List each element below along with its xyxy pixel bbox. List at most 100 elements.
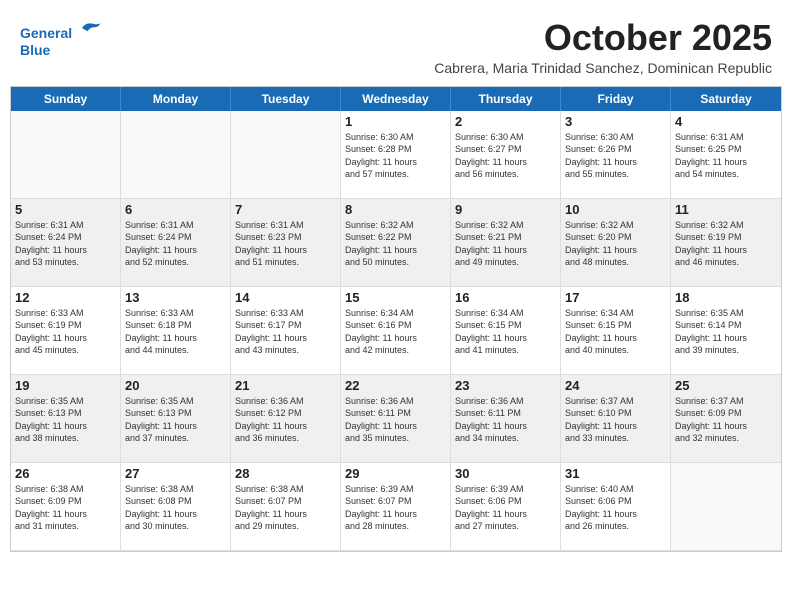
day-number: 10 xyxy=(565,202,666,217)
logo: General Blue xyxy=(20,18,102,59)
day-number: 22 xyxy=(345,378,446,393)
day-cell-12: 12Sunrise: 6:33 AM Sunset: 6:19 PM Dayli… xyxy=(11,287,121,375)
day-cell-4: 4 Sunrise: 6:31 AM Sunset: 6:25 PM Daylig… xyxy=(671,111,781,199)
day-number: 20 xyxy=(125,378,226,393)
day-info: Sunrise: 6:30 AM Sunset: 6:27 PM Dayligh… xyxy=(455,131,556,181)
header-day-saturday: Saturday xyxy=(671,87,781,111)
day-info: Sunrise: 6:34 AM Sunset: 6:15 PM Dayligh… xyxy=(455,307,556,357)
empty-cell xyxy=(11,111,121,199)
day-number: 19 xyxy=(15,378,116,393)
day-info: Sunrise: 6:33 AM Sunset: 6:18 PM Dayligh… xyxy=(125,307,226,357)
day-number: 29 xyxy=(345,466,446,481)
day-cell-28: 28 Sunrise: 6:38 AM Sunset: 6:07 PM Dayli… xyxy=(231,463,341,551)
day-number: 15 xyxy=(345,290,446,305)
day-cell-8: 8 Sunrise: 6:32 AM Sunset: 6:22 PM Daylig… xyxy=(341,199,451,287)
day-cell-17: 17 Sunrise: 6:34 AM Sunset: 6:15 PM Dayli… xyxy=(561,287,671,375)
location-title: Cabrera, Maria Trinidad Sanchez, Dominic… xyxy=(434,60,772,76)
day-info: Sunrise: 6:37 AM Sunset: 6:10 PM Dayligh… xyxy=(565,395,666,445)
day-cell-26: 26Sunrise: 6:38 AM Sunset: 6:09 PM Dayli… xyxy=(11,463,121,551)
logo-line1: General xyxy=(20,25,72,41)
day-info: Sunrise: 6:31 AM Sunset: 6:25 PM Dayligh… xyxy=(675,131,777,181)
header-day-tuesday: Tuesday xyxy=(231,87,341,111)
day-cell-23: 23Sunrise: 6:36 AM Sunset: 6:11 PM Dayli… xyxy=(451,375,561,463)
header: General Blue October 2025 Cabrera, Maria… xyxy=(10,10,782,80)
day-info: Sunrise: 6:30 AM Sunset: 6:28 PM Dayligh… xyxy=(345,131,446,181)
day-info: Sunrise: 6:37 AM Sunset: 6:09 PM Dayligh… xyxy=(675,395,777,445)
day-cell-14: 14Sunrise: 6:33 AM Sunset: 6:17 PM Dayli… xyxy=(231,287,341,375)
day-cell-25: 25 Sunrise: 6:37 AM Sunset: 6:09 PM Dayli… xyxy=(671,375,781,463)
day-info: Sunrise: 6:31 AM Sunset: 6:24 PM Dayligh… xyxy=(125,219,226,269)
day-cell-11: 11 Sunrise: 6:32 AM Sunset: 6:19 PM Dayli… xyxy=(671,199,781,287)
day-number: 8 xyxy=(345,202,446,217)
day-number: 11 xyxy=(675,202,777,217)
calendar: SundayMondayTuesdayWednesdayThursdayFrid… xyxy=(10,86,782,552)
day-info: Sunrise: 6:38 AM Sunset: 6:09 PM Dayligh… xyxy=(15,483,116,533)
day-info: Sunrise: 6:39 AM Sunset: 6:06 PM Dayligh… xyxy=(455,483,556,533)
day-cell-24: 24 Sunrise: 6:37 AM Sunset: 6:10 PM Dayli… xyxy=(561,375,671,463)
day-number: 27 xyxy=(125,466,226,481)
header-day-thursday: Thursday xyxy=(451,87,561,111)
header-day-sunday: Sunday xyxy=(11,87,121,111)
empty-cell xyxy=(231,111,341,199)
day-cell-16: 16 Sunrise: 6:34 AM Sunset: 6:15 PM Dayli… xyxy=(451,287,561,375)
calendar-body: 1 Sunrise: 6:30 AM Sunset: 6:28 PM Daylig… xyxy=(11,111,781,551)
logo-bird-icon xyxy=(78,18,102,38)
day-cell-1: 1 Sunrise: 6:30 AM Sunset: 6:28 PM Daylig… xyxy=(341,111,451,199)
empty-cell xyxy=(121,111,231,199)
day-info: Sunrise: 6:35 AM Sunset: 6:13 PM Dayligh… xyxy=(15,395,116,445)
day-info: Sunrise: 6:36 AM Sunset: 6:11 PM Dayligh… xyxy=(345,395,446,445)
empty-cell xyxy=(671,463,781,551)
day-info: Sunrise: 6:32 AM Sunset: 6:19 PM Dayligh… xyxy=(675,219,777,269)
day-cell-13: 13 Sunrise: 6:33 AM Sunset: 6:18 PM Dayli… xyxy=(121,287,231,375)
day-info: Sunrise: 6:31 AM Sunset: 6:23 PM Dayligh… xyxy=(235,219,336,269)
day-number: 18 xyxy=(675,290,777,305)
day-number: 13 xyxy=(125,290,226,305)
day-number: 17 xyxy=(565,290,666,305)
day-number: 3 xyxy=(565,114,666,129)
day-cell-2: 2 Sunrise: 6:30 AM Sunset: 6:27 PM Daylig… xyxy=(451,111,561,199)
calendar-header: SundayMondayTuesdayWednesdayThursdayFrid… xyxy=(11,87,781,111)
day-cell-31: 31 Sunrise: 6:40 AM Sunset: 6:06 PM Dayli… xyxy=(561,463,671,551)
day-cell-30: 30Sunrise: 6:39 AM Sunset: 6:06 PM Dayli… xyxy=(451,463,561,551)
day-number: 24 xyxy=(565,378,666,393)
day-info: Sunrise: 6:31 AM Sunset: 6:24 PM Dayligh… xyxy=(15,219,116,269)
day-number: 25 xyxy=(675,378,777,393)
day-cell-5: 5Sunrise: 6:31 AM Sunset: 6:24 PM Daylig… xyxy=(11,199,121,287)
day-info: Sunrise: 6:38 AM Sunset: 6:08 PM Dayligh… xyxy=(125,483,226,533)
day-number: 2 xyxy=(455,114,556,129)
day-info: Sunrise: 6:38 AM Sunset: 6:07 PM Dayligh… xyxy=(235,483,336,533)
day-info: Sunrise: 6:33 AM Sunset: 6:19 PM Dayligh… xyxy=(15,307,116,357)
day-cell-7: 7 Sunrise: 6:31 AM Sunset: 6:23 PM Daylig… xyxy=(231,199,341,287)
day-number: 28 xyxy=(235,466,336,481)
day-number: 16 xyxy=(455,290,556,305)
day-info: Sunrise: 6:32 AM Sunset: 6:22 PM Dayligh… xyxy=(345,219,446,269)
day-number: 31 xyxy=(565,466,666,481)
header-day-friday: Friday xyxy=(561,87,671,111)
day-number: 1 xyxy=(345,114,446,129)
day-cell-22: 22 Sunrise: 6:36 AM Sunset: 6:11 PM Dayli… xyxy=(341,375,451,463)
month-title: October 2025 xyxy=(434,18,772,58)
day-number: 7 xyxy=(235,202,336,217)
day-cell-10: 10 Sunrise: 6:32 AM Sunset: 6:20 PM Dayli… xyxy=(561,199,671,287)
day-cell-20: 20 Sunrise: 6:35 AM Sunset: 6:13 PM Dayli… xyxy=(121,375,231,463)
day-cell-6: 6Sunrise: 6:31 AM Sunset: 6:24 PM Daylig… xyxy=(121,199,231,287)
day-number: 14 xyxy=(235,290,336,305)
day-cell-15: 15 Sunrise: 6:34 AM Sunset: 6:16 PM Dayli… xyxy=(341,287,451,375)
logo-line2: Blue xyxy=(20,42,102,59)
day-info: Sunrise: 6:32 AM Sunset: 6:20 PM Dayligh… xyxy=(565,219,666,269)
day-info: Sunrise: 6:40 AM Sunset: 6:06 PM Dayligh… xyxy=(565,483,666,533)
day-info: Sunrise: 6:34 AM Sunset: 6:16 PM Dayligh… xyxy=(345,307,446,357)
title-area: October 2025 Cabrera, Maria Trinidad San… xyxy=(434,18,772,76)
day-cell-18: 18 Sunrise: 6:35 AM Sunset: 6:14 PM Dayli… xyxy=(671,287,781,375)
day-info: Sunrise: 6:36 AM Sunset: 6:12 PM Dayligh… xyxy=(235,395,336,445)
day-cell-3: 3 Sunrise: 6:30 AM Sunset: 6:26 PM Daylig… xyxy=(561,111,671,199)
header-day-monday: Monday xyxy=(121,87,231,111)
day-cell-27: 27 Sunrise: 6:38 AM Sunset: 6:08 PM Dayli… xyxy=(121,463,231,551)
day-number: 23 xyxy=(455,378,556,393)
day-info: Sunrise: 6:30 AM Sunset: 6:26 PM Dayligh… xyxy=(565,131,666,181)
day-info: Sunrise: 6:35 AM Sunset: 6:13 PM Dayligh… xyxy=(125,395,226,445)
day-info: Sunrise: 6:35 AM Sunset: 6:14 PM Dayligh… xyxy=(675,307,777,357)
day-number: 4 xyxy=(675,114,777,129)
day-cell-29: 29Sunrise: 6:39 AM Sunset: 6:07 PM Dayli… xyxy=(341,463,451,551)
day-info: Sunrise: 6:34 AM Sunset: 6:15 PM Dayligh… xyxy=(565,307,666,357)
